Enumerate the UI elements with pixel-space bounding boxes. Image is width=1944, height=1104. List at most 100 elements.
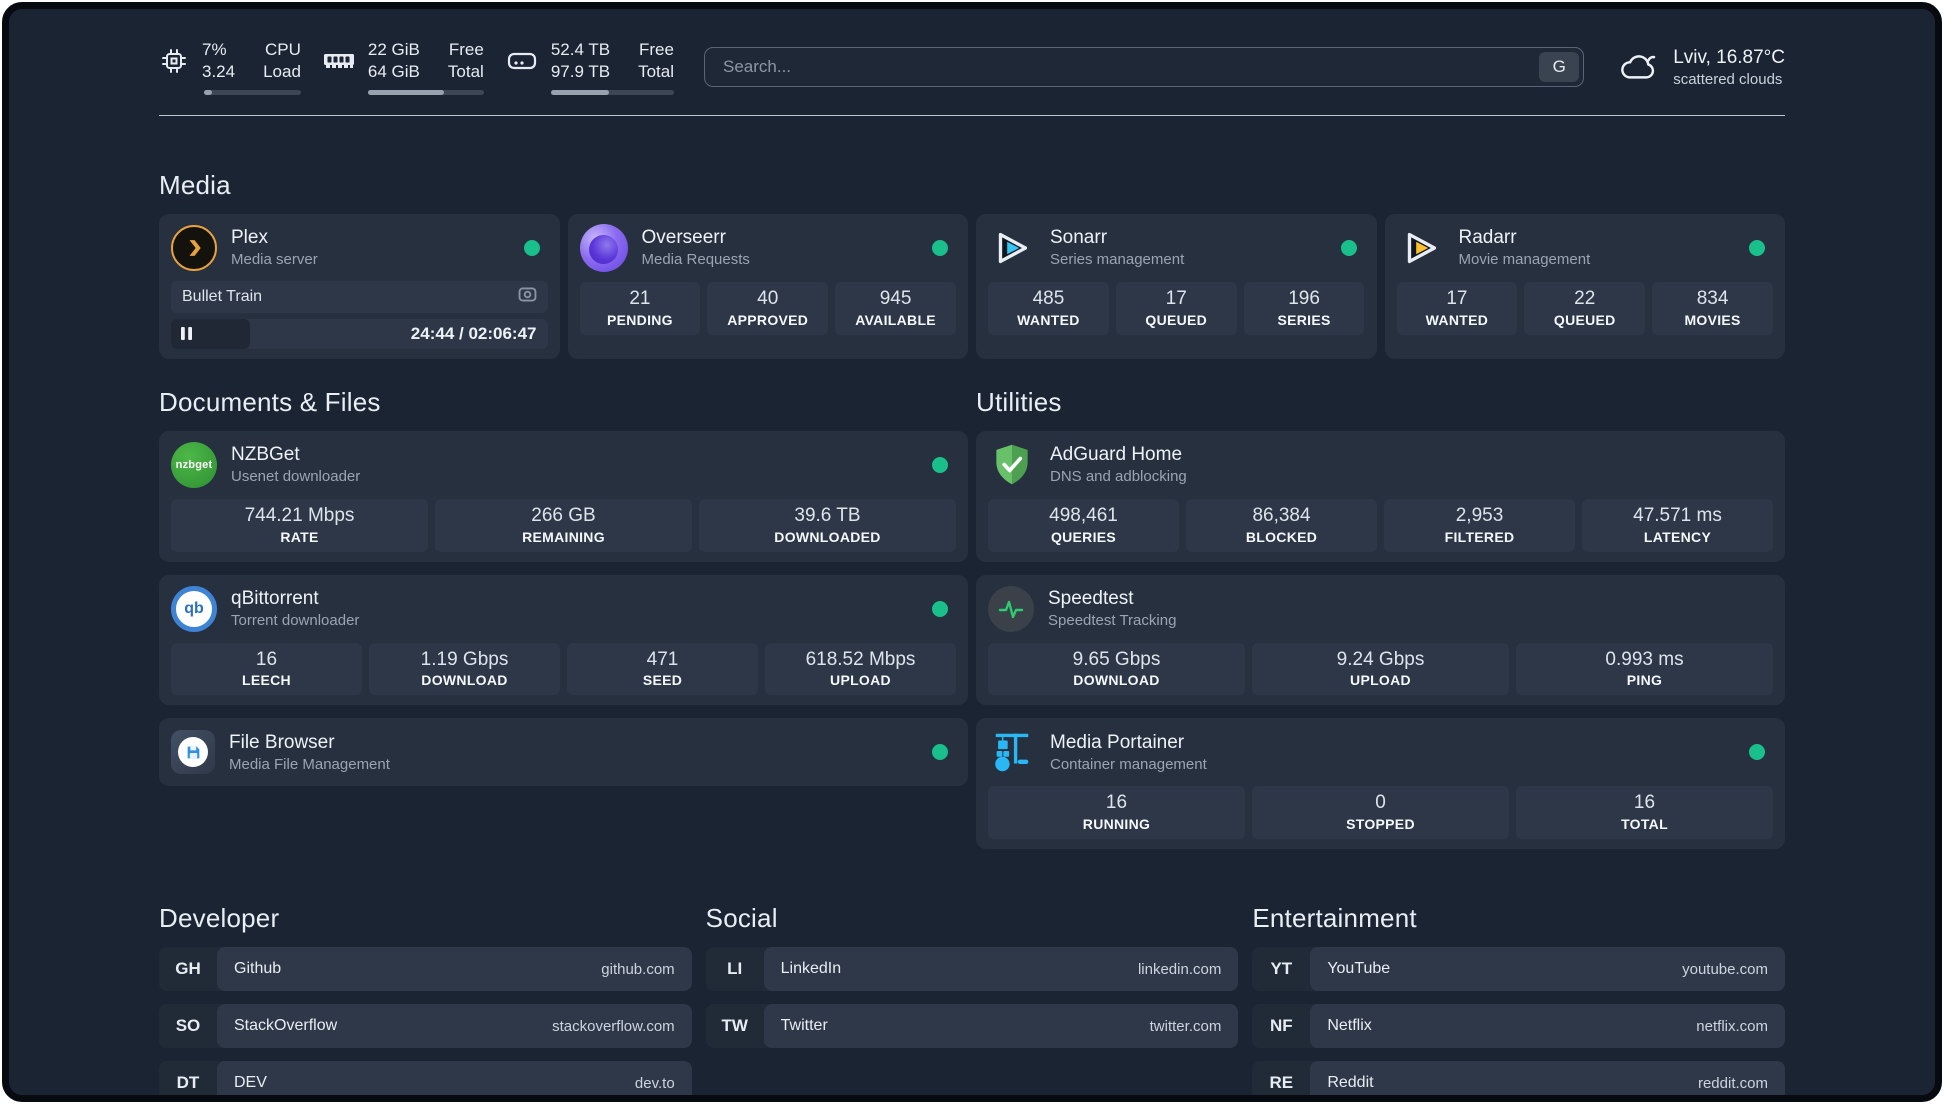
playback-progress-bar[interactable]: 24:44 / 02:06:47	[171, 318, 548, 349]
status-online-dot	[932, 744, 948, 761]
app-subtitle: Movie management	[1458, 251, 1591, 269]
cpu-icon	[159, 46, 189, 76]
app-subtitle: Media File Management	[229, 755, 390, 773]
speedtest-icon	[988, 585, 1034, 632]
stat-tile: 16 RUNNING	[988, 786, 1245, 840]
link-tag: NF	[1269, 1016, 1293, 1036]
speedtest-card[interactable]: Speedtest Speedtest Tracking 9.65 Gbps DO…	[976, 574, 1785, 706]
link-twitter[interactable]: TW Twitter twitter.com	[705, 1004, 1239, 1049]
adguard-icon	[988, 441, 1036, 489]
filebrowser-icon	[171, 730, 215, 775]
qbittorrent-icon: qb	[171, 585, 217, 632]
stat-tile: 16 LEECH	[171, 642, 362, 696]
plex-card[interactable]: Plex Media server Bullet Train 24:44 / 0…	[159, 213, 560, 359]
link-name: DEV	[234, 1074, 267, 1092]
cpu-progress-track	[204, 89, 301, 95]
status-online-dot	[1749, 744, 1765, 761]
link-youtube[interactable]: YT YouTube youtube.com	[1252, 947, 1785, 992]
section-utilities: Utilities AdGuard Home DNS and adblockin…	[976, 386, 1785, 850]
radarr-card[interactable]: Radarr Movie management 17 WANTED 22 QUEUE…	[1384, 213, 1785, 359]
status-online-dot	[932, 239, 948, 256]
ram-free: 22 GiB	[367, 40, 420, 59]
adguard-card[interactable]: AdGuard Home DNS and adblocking 498,461 Q…	[976, 430, 1785, 562]
link-netflix[interactable]: NF Netflix netflix.com	[1252, 1004, 1785, 1049]
app-subtitle: Media Requests	[641, 251, 750, 269]
disk-progress-track	[550, 89, 674, 95]
stat-tile: 22 QUEUED	[1524, 281, 1646, 335]
utilities-section-title: Utilities	[976, 386, 1062, 417]
link-name: Twitter	[780, 1017, 828, 1035]
link-tag: GH	[175, 959, 201, 979]
nzbget-card[interactable]: nzbget NZBGet Usenet downloader 744.21 M…	[159, 430, 968, 562]
stat-tile: 9.24 Gbps UPLOAD	[1252, 642, 1509, 696]
ram-total: 64 GiB	[367, 62, 420, 82]
link-linkedin[interactable]: LI LinkedIn linkedin.com	[705, 947, 1239, 992]
social-section-title: Social	[705, 903, 778, 934]
stat-tile: 266 GB REMAINING	[435, 498, 692, 552]
search-provider-button[interactable]: G	[1539, 51, 1580, 82]
search-input[interactable]	[704, 56, 1540, 77]
app-name: Radarr	[1458, 227, 1517, 249]
now-playing-title: Bullet Train	[182, 287, 263, 305]
stat-tile: 0.993 ms PING	[1516, 642, 1773, 696]
ram-total-label: Total	[447, 62, 484, 82]
plex-icon	[171, 224, 217, 271]
stat-tile: 498,461 QUERIES	[988, 498, 1179, 552]
stat-tile: 39.6 TB DOWNLOADED	[699, 498, 956, 552]
stat-tile: 834 MOVIES	[1652, 281, 1773, 335]
portainer-card[interactable]: Media Portainer Container management 16 R…	[976, 718, 1785, 850]
cpu-load-value: 3.24	[202, 62, 236, 82]
weather-condition: scattered clouds	[1673, 70, 1783, 88]
link-name: LinkedIn	[780, 960, 842, 978]
cpu-widget: 7% 3.24 CPU Load	[159, 39, 301, 95]
link-url: youtube.com	[1682, 960, 1768, 978]
stat-tile: 47.571 ms LATENCY	[1582, 498, 1773, 552]
overseerr-card[interactable]: Overseerr Media Requests 21 PENDING 40 APP…	[567, 213, 968, 359]
cpu-percent: 7%	[202, 40, 227, 59]
link-stackoverflow[interactable]: SO StackOverflow stackoverflow.com	[159, 1004, 692, 1049]
now-playing-view-icon[interactable]	[518, 287, 537, 307]
system-stats: 7% 3.24 CPU Load 22 GiB 64 GiB Free Total	[159, 39, 674, 95]
status-online-dot	[1340, 239, 1357, 256]
app-subtitle: DNS and adblocking	[1050, 468, 1187, 486]
section-documents: Documents & Files nzbget NZBGet Usenet d…	[159, 387, 968, 849]
disk-icon	[506, 48, 538, 74]
link-reddit[interactable]: RE Reddit reddit.com	[1252, 1061, 1785, 1095]
dashboard-window: 7% 3.24 CPU Load 22 GiB 64 GiB Free Total	[2, 2, 1942, 1102]
disk-free-label: Free	[639, 40, 674, 59]
pause-icon[interactable]	[181, 327, 192, 341]
ram-widget: 22 GiB 64 GiB Free Total	[323, 39, 484, 95]
qbittorrent-card[interactable]: qb qBittorrent Torrent downloader 16 LEEC…	[159, 574, 968, 706]
sonarr-card[interactable]: Sonarr Series management 485 WANTED 17 QUE…	[976, 213, 1377, 359]
header-divider	[159, 114, 1785, 116]
filebrowser-card[interactable]: File Browser Media File Management	[159, 718, 968, 787]
link-url: twitter.com	[1149, 1017, 1222, 1035]
nzbget-icon: nzbget	[171, 441, 217, 488]
app-subtitle: Usenet downloader	[231, 468, 361, 486]
link-url: reddit.com	[1697, 1074, 1768, 1092]
cloud-icon	[1618, 51, 1660, 83]
link-dev[interactable]: DT DEV dev.to	[159, 1061, 692, 1095]
app-subtitle: Torrent downloader	[231, 612, 360, 630]
stat-tile: 471 SEED	[567, 642, 758, 696]
disk-progress-fill	[550, 89, 609, 95]
stat-tile: 485 WANTED	[988, 281, 1109, 335]
media-section-title: Media	[159, 169, 231, 200]
stat-tile: 40 APPROVED	[707, 281, 829, 335]
now-playing-widget: Bullet Train 24:44 / 02:06:47	[171, 280, 548, 349]
app-name: File Browser	[229, 731, 335, 753]
disk-free: 52.4 TB	[550, 40, 611, 59]
ram-progress-track	[367, 89, 484, 95]
link-tag: DT	[176, 1073, 200, 1093]
link-url: stackoverflow.com	[552, 1017, 675, 1035]
link-github[interactable]: GH Github github.com	[159, 947, 692, 992]
playback-time: 24:44 / 02:06:47	[410, 323, 537, 343]
app-name: NZBGet	[231, 444, 300, 466]
app-subtitle: Speedtest Tracking	[1048, 612, 1177, 630]
top-bar: 7% 3.24 CPU Load 22 GiB 64 GiB Free Total	[159, 39, 1785, 95]
app-name: Overseerr	[641, 227, 726, 249]
app-subtitle: Series management	[1050, 251, 1185, 269]
section-entertainment: Entertainment YT YouTube youtube.com NF N…	[1252, 903, 1785, 1095]
status-online-dot	[1749, 239, 1765, 256]
stat-tile: 16 TOTAL	[1516, 786, 1773, 840]
